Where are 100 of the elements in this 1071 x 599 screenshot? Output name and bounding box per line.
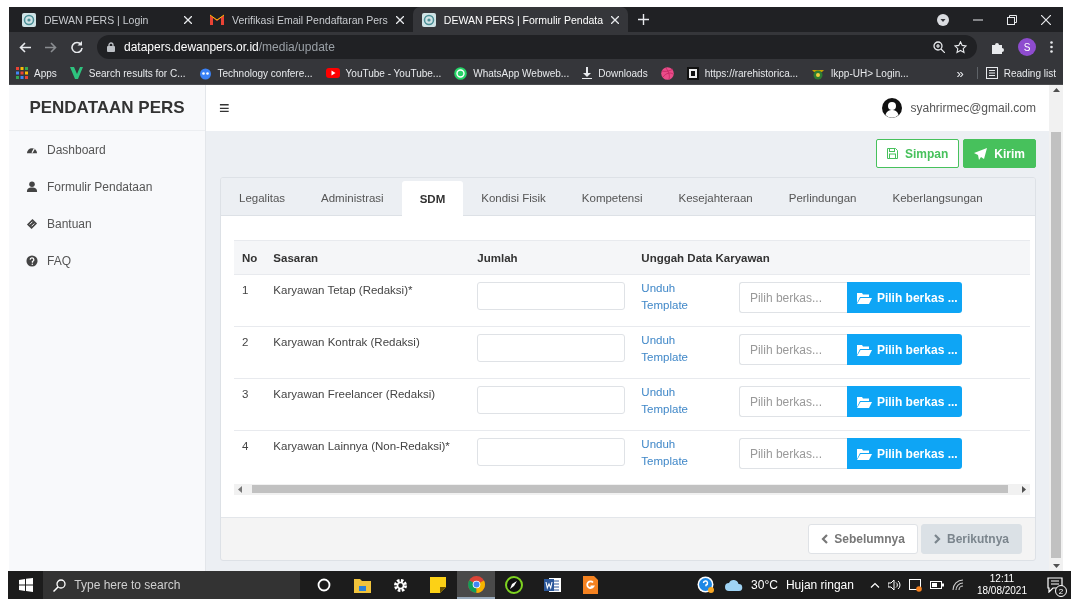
file-field[interactable]: Pilih berkas... [738, 282, 847, 313]
sticky-note-icon[interactable] [430, 577, 447, 593]
clock-date: 18/08/2021 [976, 585, 1027, 597]
folder-icon [856, 343, 872, 356]
column-header: Sasaran [265, 240, 470, 275]
column-header: Unggah Data Karyawan [633, 240, 1030, 275]
browser-tab[interactable]: Verifikasi Email Pendaftaran Pers [201, 7, 413, 32]
tab-search-icon[interactable] [937, 13, 949, 26]
scrollbar-thumb[interactable] [252, 485, 1008, 493]
sidebar-item[interactable]: FAQ [9, 242, 205, 279]
file-field[interactable]: Pilih berkas... [738, 334, 847, 365]
help-icon[interactable] [697, 576, 716, 594]
input-field[interactable] [477, 438, 626, 466]
bookmark[interactable]: Technology confere... [198, 66, 313, 80]
tab[interactable]: Legalitas [221, 181, 304, 215]
input-field[interactable] [477, 282, 626, 310]
document-icon[interactable] [543, 577, 561, 593]
download-icon [582, 67, 593, 79]
url-text[interactable]: datapers.dewanpers.or.id/media/update [124, 40, 335, 54]
start-icon[interactable] [18, 578, 33, 592]
tab[interactable]: Kompetensi [563, 181, 661, 215]
pdf-file-icon[interactable] [582, 576, 598, 594]
taskbar-search[interactable]: Type here to search [43, 571, 301, 599]
robot-icon [198, 66, 212, 80]
zoom-icon[interactable] [933, 41, 945, 53]
forward-icon[interactable] [45, 41, 57, 53]
reload-icon[interactable] [71, 41, 83, 53]
template-link[interactable]: Unduh Template [641, 384, 704, 418]
bookmark[interactable]: lkpp-UH> Login... [811, 66, 909, 80]
tab[interactable]: SDM [401, 181, 464, 216]
tab[interactable]: Kondisi Fisik [463, 181, 564, 215]
monitor-icon[interactable] [908, 578, 922, 592]
bookmark[interactable]: https://rarehistorica... [686, 66, 799, 80]
app-title: PENDATAAN PERS [9, 85, 205, 131]
gear-icon[interactable] [392, 577, 408, 593]
tab[interactable]: Administrasi [303, 181, 402, 215]
folder-icon[interactable] [353, 577, 371, 593]
search-field[interactable]: Type here to search [74, 578, 291, 592]
puzzle-icon[interactable] [991, 40, 1004, 54]
play-icon [325, 68, 340, 78]
search-icon [53, 578, 67, 592]
clock-time: 12:11 [989, 573, 1015, 585]
grid-icon [16, 67, 28, 79]
template-link[interactable]: Unduh Template [641, 280, 704, 314]
profile-avatar[interactable]: S [1018, 38, 1036, 56]
template-link[interactable]: Unduh Template [641, 332, 704, 366]
bookmark[interactable]: Downloads [582, 67, 648, 79]
more-bookmarks[interactable]: » [956, 65, 964, 81]
close-icon[interactable] [1041, 14, 1051, 25]
back-icon[interactable] [19, 41, 31, 53]
scroll-up-icon[interactable] [1052, 88, 1060, 92]
scroll-down-icon[interactable] [1052, 564, 1060, 568]
user-email: syahrirmec@gmail.com [910, 101, 1036, 115]
chevron-right-icon [933, 533, 941, 544]
folder-icon [856, 291, 872, 304]
tab[interactable]: Perlindungan [770, 181, 875, 215]
cloud-icon [725, 579, 744, 591]
bookmark[interactable]: WhatsApp Webweb... [454, 66, 570, 80]
scrollbar-thumb[interactable] [1051, 132, 1061, 558]
notification-count: 2 [1055, 585, 1067, 597]
wifi-icon[interactable] [951, 579, 965, 591]
ball-icon[interactable] [660, 66, 674, 80]
notification-icon[interactable] [1047, 577, 1063, 593]
sidebar-item[interactable]: Dashboard [9, 131, 205, 168]
bookmark[interactable]: Search results for C... [69, 67, 186, 79]
bookmark[interactable]: Apps [16, 67, 57, 79]
scroll-left-icon[interactable] [238, 485, 242, 493]
file-field[interactable]: Pilih berkas... [738, 438, 847, 469]
input-field[interactable] [477, 386, 626, 414]
question-icon [26, 254, 38, 267]
chevron-up-icon[interactable] [869, 582, 880, 588]
speaker-icon[interactable] [887, 579, 901, 591]
table-cell: 4 [234, 430, 266, 483]
close-icon[interactable] [184, 15, 192, 24]
chrome-icon[interactable] [467, 575, 485, 593]
table-cell: 2 [234, 326, 266, 379]
browser-tab[interactable]: DEWAN PERS | Login [13, 7, 201, 32]
template-link[interactable]: Unduh Template [641, 436, 704, 470]
menu-icon[interactable] [1050, 41, 1053, 53]
plus-icon[interactable] [638, 14, 650, 25]
tab[interactable]: Kesejahteraan [660, 181, 771, 215]
browser-tab[interactable]: DEWAN PERS | Formulir Pendata [412, 7, 629, 32]
file-field[interactable]: Pilih berkas... [738, 386, 847, 417]
bookmark[interactable]: YouTube - YouTube... [325, 67, 442, 79]
battery-icon[interactable] [929, 581, 944, 589]
restore-icon[interactable] [1007, 14, 1017, 25]
star-icon[interactable] [954, 40, 967, 54]
reading-list[interactable]: Reading list [985, 67, 1056, 79]
paper-plane-icon [974, 147, 988, 160]
previous-button[interactable]: Sebelumnya [808, 523, 918, 554]
sidebar-item[interactable]: Bantuan [9, 205, 205, 242]
scroll-right-icon[interactable] [1022, 485, 1026, 493]
tab[interactable]: Keberlangsungan [874, 181, 1001, 215]
close-icon[interactable] [611, 15, 620, 24]
input-field[interactable] [477, 334, 626, 362]
menu-toggle[interactable]: ≡ [219, 97, 230, 119]
circle-icon[interactable] [317, 578, 332, 592]
column-header: Jumlah [469, 240, 634, 275]
sidebar-item[interactable]: Formulir Pendataan [9, 168, 205, 205]
close-icon[interactable] [395, 15, 404, 24]
